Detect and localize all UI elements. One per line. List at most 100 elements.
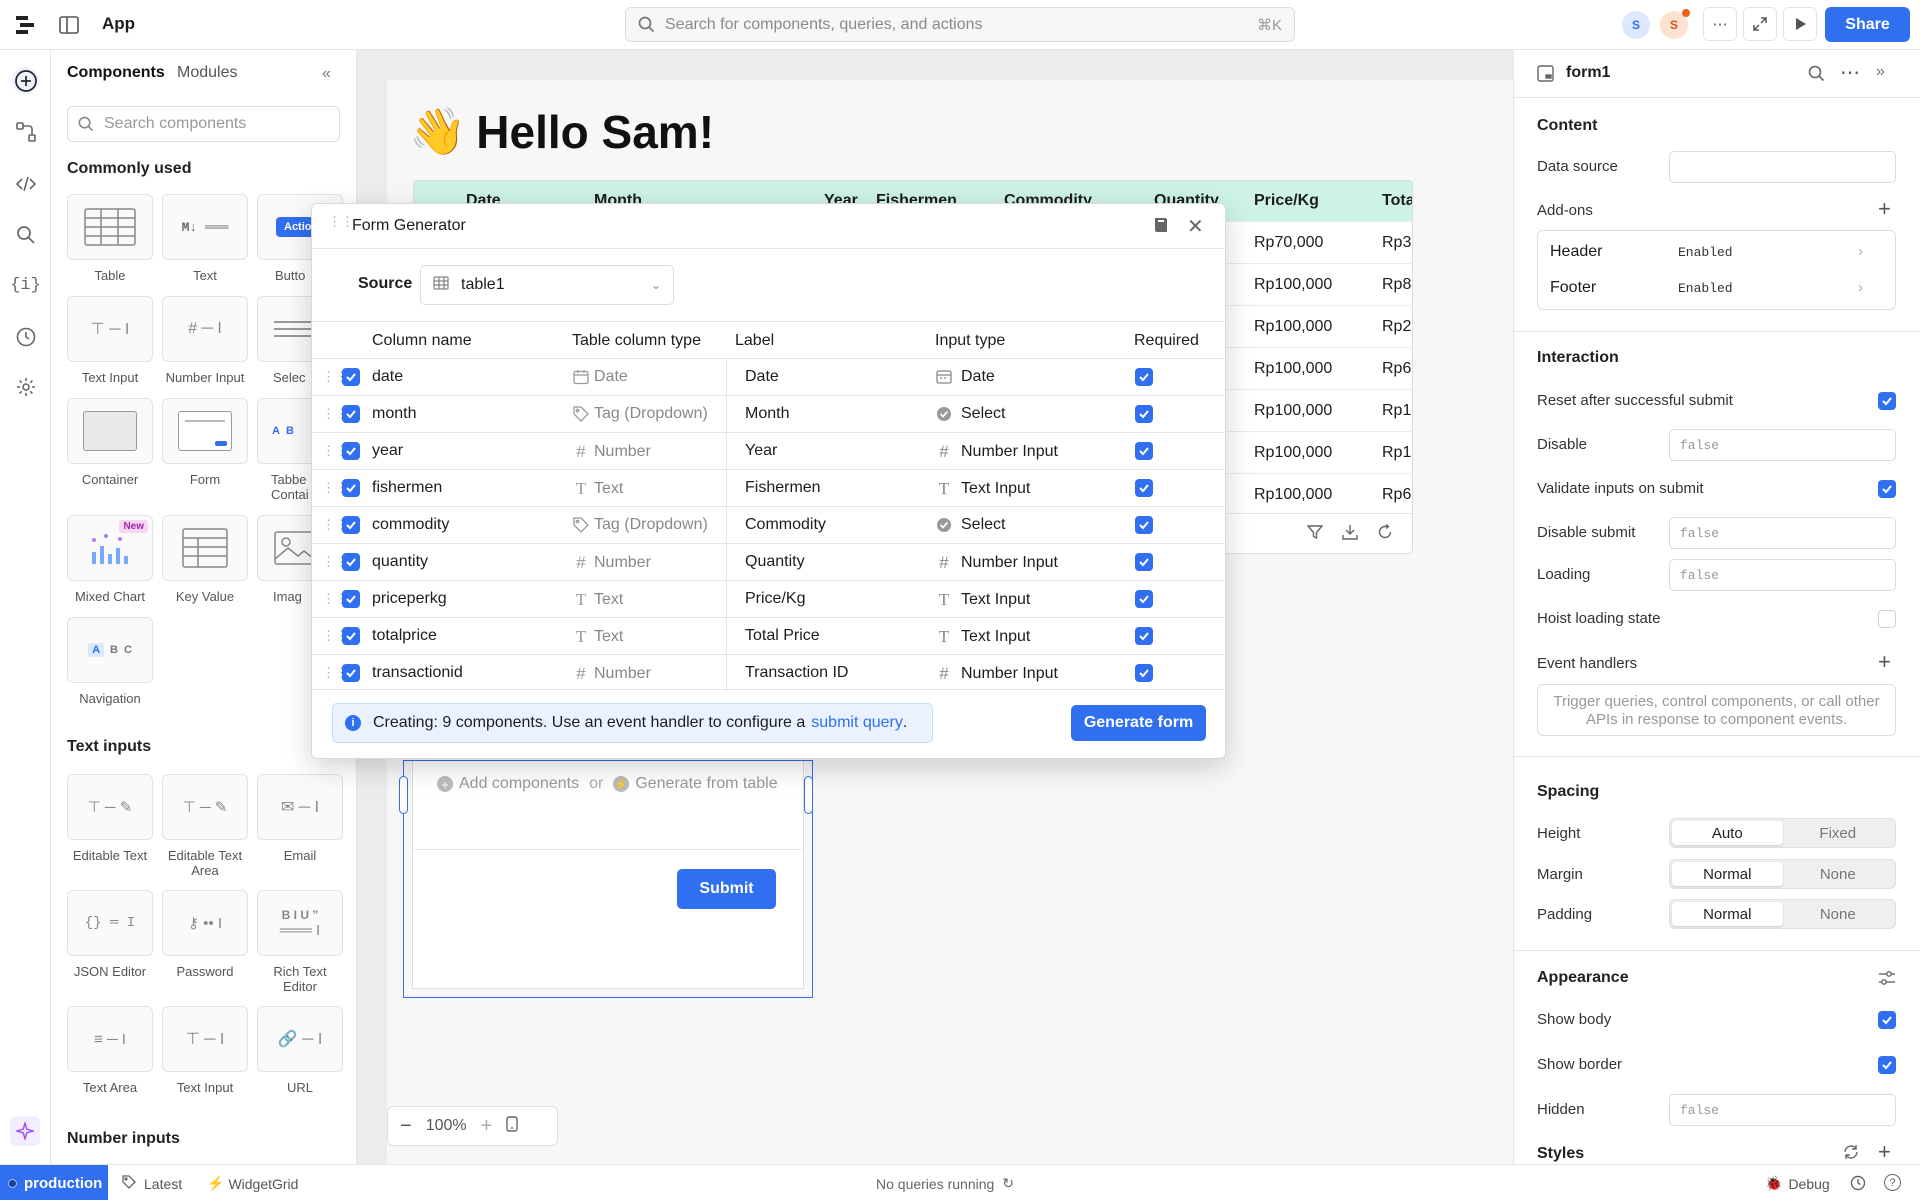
- input-type-select[interactable]: T Text Input: [935, 627, 1031, 647]
- required-checkbox[interactable]: [1135, 479, 1153, 497]
- component-search-input[interactable]: Search components: [67, 106, 340, 142]
- required-checkbox[interactable]: [1135, 627, 1153, 645]
- margin-normal-option[interactable]: Normal: [1672, 862, 1783, 886]
- height-auto-option[interactable]: Auto: [1672, 821, 1783, 845]
- label-input[interactable]: Date: [745, 368, 779, 386]
- include-column-checkbox[interactable]: [342, 664, 360, 682]
- label-input[interactable]: Month: [745, 405, 789, 423]
- resize-handle-left[interactable]: [399, 776, 408, 814]
- input-type-select[interactable]: T Text Input: [935, 479, 1031, 499]
- input-type-select[interactable]: # Number Input: [935, 442, 1058, 462]
- mobile-view-icon[interactable]: [506, 1115, 518, 1137]
- label-input[interactable]: Year: [745, 442, 777, 460]
- component-table[interactable]: Table: [67, 194, 153, 283]
- search-icon[interactable]: [1808, 65, 1825, 86]
- more-options-icon[interactable]: ⋯: [1840, 60, 1860, 85]
- settings-gear-icon[interactable]: [12, 373, 39, 400]
- collapse-inspector-icon[interactable]: »: [1876, 63, 1885, 81]
- close-icon[interactable]: ✕: [1187, 214, 1204, 239]
- state-variables-icon[interactable]: {i}: [10, 272, 41, 299]
- zoom-in-button[interactable]: +: [481, 1115, 493, 1138]
- column-header[interactable]: Total Pri: [1382, 192, 1412, 210]
- input-type-select[interactable]: Select: [935, 405, 1005, 423]
- zoom-level[interactable]: 100%: [426, 1117, 467, 1135]
- collapse-panel-icon[interactable]: «: [322, 65, 331, 83]
- add-event-handler-icon[interactable]: +: [1878, 649, 1891, 675]
- required-checkbox[interactable]: [1135, 368, 1153, 386]
- app-name[interactable]: App: [102, 14, 135, 34]
- submit-query-link[interactable]: submit query: [811, 714, 903, 732]
- include-column-checkbox[interactable]: [342, 627, 360, 645]
- assist-sparkle-icon[interactable]: [10, 1116, 40, 1146]
- component-rich-text-editor[interactable]: B I U ” ═══ I Rich Text Editor: [257, 890, 343, 994]
- download-icon[interactable]: [1342, 524, 1358, 544]
- required-checkbox[interactable]: [1135, 553, 1153, 571]
- version-tag[interactable]: Latest: [122, 1175, 182, 1192]
- form-submit-button[interactable]: Submit: [677, 869, 776, 909]
- component-text-input[interactable]: ⊤ ─ I Text Input: [67, 296, 153, 385]
- include-column-checkbox[interactable]: [342, 368, 360, 386]
- resize-handle-right[interactable]: [804, 776, 813, 814]
- sidebar-toggle-icon[interactable]: [58, 14, 80, 36]
- more-options-button[interactable]: ⋯: [1703, 7, 1737, 41]
- disable-input[interactable]: false: [1669, 429, 1896, 461]
- label-input[interactable]: Price/Kg: [745, 590, 805, 608]
- include-column-checkbox[interactable]: [342, 442, 360, 460]
- label-input[interactable]: Quantity: [745, 553, 805, 571]
- column-header[interactable]: Price/Kg: [1254, 192, 1319, 210]
- component-number-input[interactable]: # ─ I Number Input: [162, 296, 248, 385]
- generate-form-button[interactable]: Generate form: [1071, 705, 1206, 741]
- component-container[interactable]: Container: [67, 398, 153, 487]
- component-json-editor[interactable]: {} ═ I JSON Editor: [67, 890, 153, 979]
- show-border-checkbox[interactable]: [1878, 1056, 1896, 1074]
- footer-addon-label[interactable]: Footer: [1550, 279, 1596, 297]
- appearance-settings-icon[interactable]: [1878, 969, 1896, 991]
- reset-styles-icon[interactable]: [1842, 1143, 1860, 1164]
- expand-icon[interactable]: [1743, 7, 1777, 41]
- include-column-checkbox[interactable]: [342, 516, 360, 534]
- history-icon[interactable]: [12, 323, 39, 350]
- add-components-link[interactable]: Add components: [459, 775, 579, 793]
- avatar[interactable]: S: [1622, 11, 1650, 39]
- component-form[interactable]: Form: [162, 398, 248, 487]
- retool-logo-icon[interactable]: [15, 14, 37, 36]
- environment-badge[interactable]: production: [0, 1165, 108, 1200]
- docs-book-icon[interactable]: [1154, 217, 1168, 237]
- required-checkbox[interactable]: [1135, 664, 1153, 682]
- share-button[interactable]: Share: [1825, 7, 1910, 42]
- preview-play-button[interactable]: [1783, 7, 1817, 41]
- label-input[interactable]: Commodity: [745, 516, 826, 534]
- height-fixed-option[interactable]: Fixed: [1783, 821, 1894, 845]
- debug-button[interactable]: 🐞 Debug: [1765, 1175, 1830, 1192]
- required-checkbox[interactable]: [1135, 516, 1153, 534]
- component-url[interactable]: 🔗 ─ I URL: [257, 1006, 343, 1095]
- label-input[interactable]: Fishermen: [745, 479, 821, 497]
- padding-none-option[interactable]: None: [1783, 902, 1894, 926]
- component-text[interactable]: M↓ ═══ Text: [162, 194, 248, 283]
- help-icon[interactable]: ?: [1884, 1174, 1901, 1191]
- loading-input[interactable]: false: [1669, 559, 1896, 591]
- add-addon-icon[interactable]: +: [1878, 196, 1891, 222]
- required-checkbox[interactable]: [1135, 590, 1153, 608]
- search-icon[interactable]: [12, 221, 39, 248]
- lightning-icon[interactable]: ⚡: [613, 776, 630, 792]
- add-component-icon[interactable]: [12, 67, 39, 94]
- disable-submit-input[interactable]: false: [1669, 517, 1896, 549]
- form-component[interactable]: + Add components or ⚡ Generate from tabl…: [399, 760, 813, 998]
- validate-inputs-checkbox[interactable]: [1878, 480, 1896, 498]
- label-input[interactable]: Transaction ID: [745, 664, 848, 682]
- required-checkbox[interactable]: [1135, 405, 1153, 423]
- generate-from-table-link[interactable]: Generate from table: [635, 775, 777, 793]
- hidden-input[interactable]: false: [1669, 1094, 1896, 1126]
- component-password[interactable]: ⚷ •• I Password: [162, 890, 248, 979]
- component-text-input-2[interactable]: ⊤ ─ I Text Input: [162, 1006, 248, 1095]
- filter-icon[interactable]: [1306, 524, 1324, 544]
- component-name[interactable]: form1: [1566, 64, 1610, 82]
- required-checkbox[interactable]: [1135, 442, 1153, 460]
- source-select[interactable]: table1 ⌄: [420, 265, 674, 305]
- component-mixed-chart[interactable]: New Mixed Chart: [67, 515, 153, 604]
- hoist-loading-checkbox[interactable]: [1878, 610, 1896, 628]
- input-type-select[interactable]: Select: [935, 516, 1005, 534]
- include-column-checkbox[interactable]: [342, 479, 360, 497]
- component-editable-text[interactable]: ⊤ ─ ✎ Editable Text: [67, 774, 153, 863]
